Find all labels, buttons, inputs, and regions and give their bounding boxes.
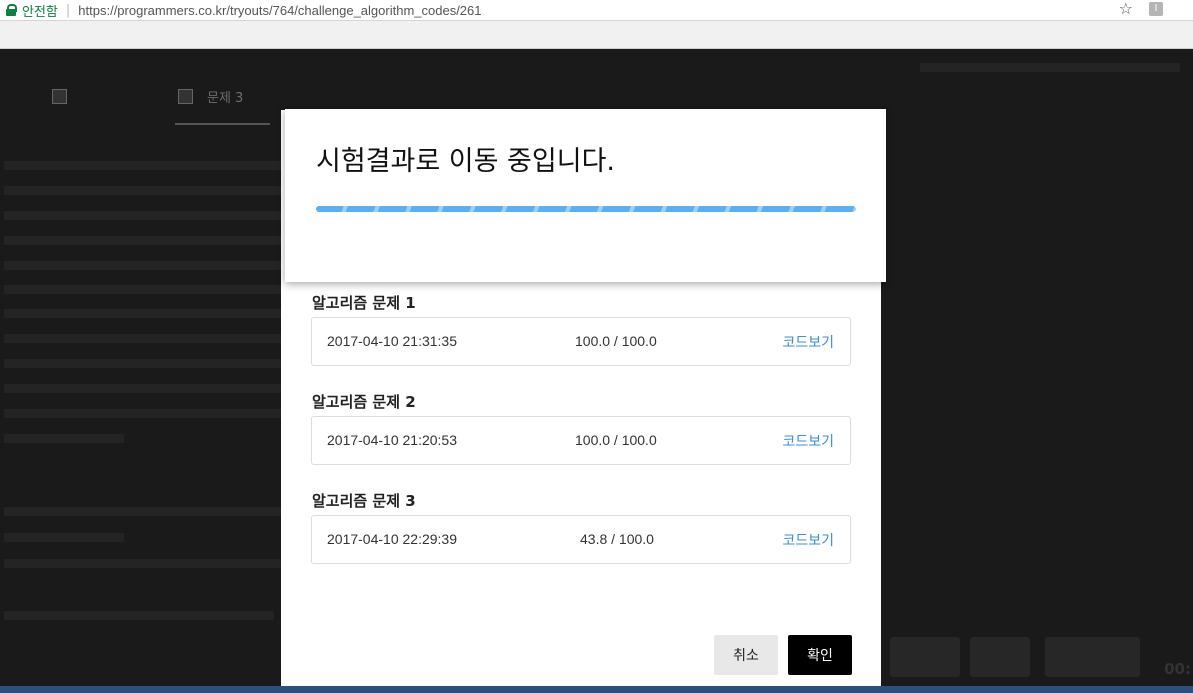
submission-timestamp: 2017-04-10 22:29:39 xyxy=(327,531,457,547)
loading-title: 시험결과로 이동 중입니다. xyxy=(316,146,615,177)
confirm-button[interactable]: 확인 xyxy=(788,635,852,675)
checkbox-icon xyxy=(52,89,67,104)
submission-score: 100.0 / 100.0 xyxy=(575,432,657,448)
dim-text-line xyxy=(4,434,124,443)
dim-button xyxy=(890,637,960,677)
submission-score: 100.0 / 100.0 xyxy=(575,333,657,349)
dim-text-line xyxy=(4,533,124,542)
dim-text-line xyxy=(4,409,304,418)
dim-text-line xyxy=(4,507,304,516)
section-title-problem-3: 알고리즘 문제 3 xyxy=(312,492,416,510)
secure-label: 안전함 xyxy=(22,4,58,20)
dim-button xyxy=(1045,637,1140,677)
result-card-problem-2: 2017-04-10 21:20:53 100.0 / 100.0 코드보기 xyxy=(311,416,851,465)
lock-icon xyxy=(6,4,17,16)
view-code-link[interactable]: 코드보기 xyxy=(782,431,834,451)
dim-text-line xyxy=(4,559,304,568)
section-title-problem-1: 알고리즘 문제 1 xyxy=(312,294,416,312)
view-code-link[interactable]: 코드보기 xyxy=(782,530,834,550)
dim-header-links xyxy=(920,63,1180,72)
bookmarks-bar xyxy=(0,21,1193,49)
dim-button xyxy=(970,637,1030,677)
taskbar xyxy=(0,686,1193,693)
star-icon[interactable]: ☆ xyxy=(1119,0,1133,18)
submission-score: 43.8 / 100.0 xyxy=(580,531,654,547)
submission-timestamp: 2017-04-10 21:20:53 xyxy=(327,432,457,448)
section-title-problem-2: 알고리즘 문제 2 xyxy=(312,393,416,411)
dim-text-line xyxy=(4,384,324,393)
view-code-link[interactable]: 코드보기 xyxy=(782,332,834,352)
result-card-problem-1: 2017-04-10 21:31:35 100.0 / 100.0 코드보기 xyxy=(311,317,851,366)
progress-bar xyxy=(316,206,856,212)
url-field[interactable]: https://programmers.co.kr/tryouts/764/ch… xyxy=(78,3,481,18)
loading-dialog: 시험결과로 이동 중입니다. xyxy=(285,109,886,282)
submission-timestamp: 2017-04-10 21:31:35 xyxy=(327,333,457,349)
tab-problem-3-label: 문제 3 xyxy=(207,91,244,106)
cancel-button[interactable]: 취소 xyxy=(714,635,778,675)
dim-text-line xyxy=(4,611,274,620)
result-card-problem-3: 2017-04-10 22:29:39 43.8 / 100.0 코드보기 xyxy=(311,515,851,564)
timer-display: 00: xyxy=(1164,660,1191,678)
address-bar: 안전함 | https://programmers.co.kr/tryouts/… xyxy=(0,0,1193,21)
extension-icon[interactable]: I xyxy=(1149,2,1163,16)
url-separator: | xyxy=(65,2,71,18)
